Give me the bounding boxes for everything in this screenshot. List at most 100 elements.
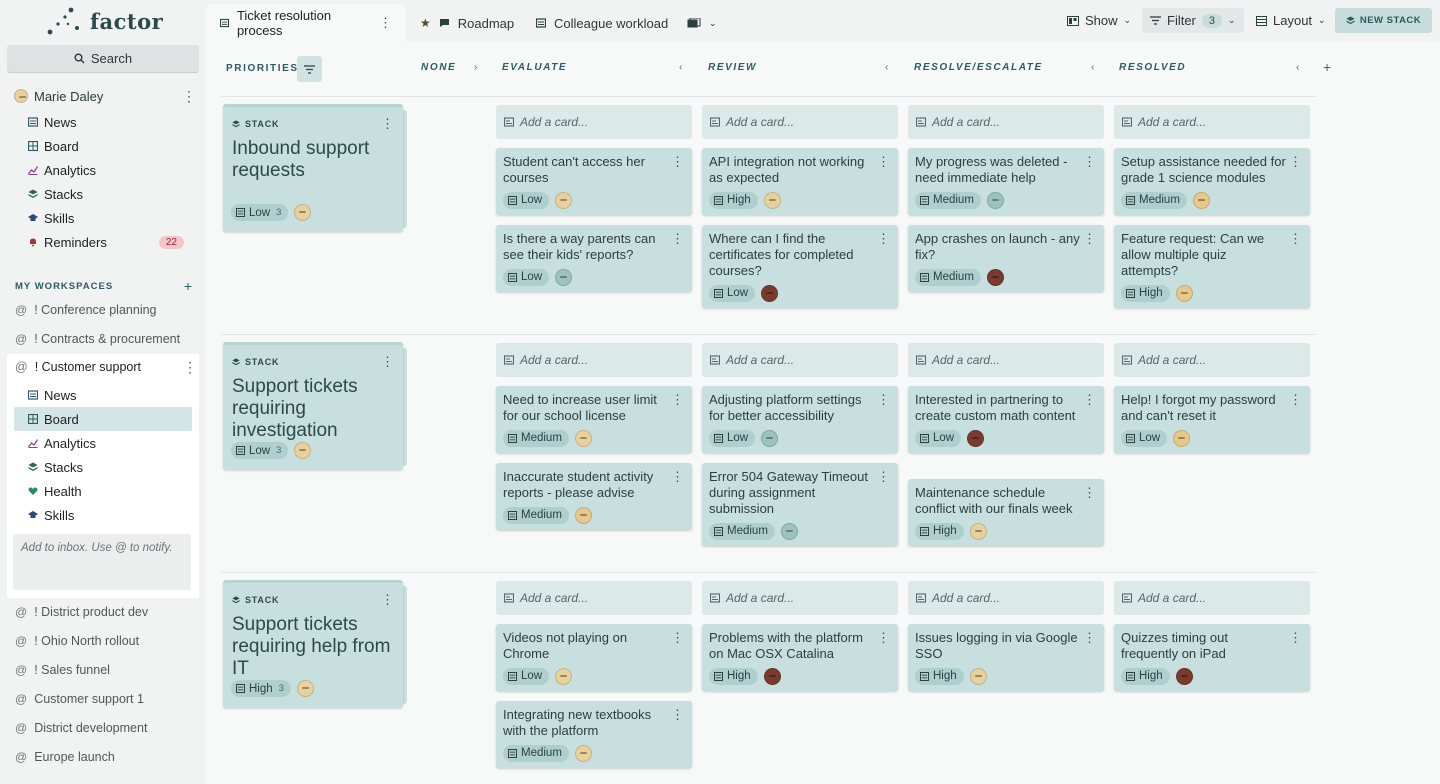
stack[interactable]: STACK ⋮ Support tickets requiring investig… <box>223 342 407 470</box>
add-view-dropdown[interactable]: ⌄ <box>673 4 731 42</box>
workspace-item[interactable]: @ ! Ohio North rollout <box>15 631 195 651</box>
assignee-avatar[interactable] <box>574 506 592 524</box>
tab-ticket-resolution[interactable]: Ticket resolution process ⋮ <box>206 4 406 42</box>
card-more-icon[interactable]: ⋮ <box>1289 630 1302 646</box>
nav-item-reminders[interactable]: Reminders 22 <box>28 230 198 254</box>
stack-more-icon[interactable]: ⋮ <box>381 116 394 132</box>
card-more-icon[interactable]: ⋮ <box>877 154 890 170</box>
new-stack-button[interactable]: NEW STACK <box>1335 8 1432 33</box>
assignee-avatar[interactable] <box>969 667 987 685</box>
workspace-item[interactable]: @ ! Sales funnel <box>15 660 195 680</box>
chevron-left-icon[interactable]: ‹ <box>1296 62 1299 73</box>
chevron-left-icon[interactable]: ‹ <box>679 62 682 73</box>
card-more-icon[interactable]: ⋮ <box>671 630 684 646</box>
tab-roadmap[interactable]: ★ Roadmap <box>406 4 528 42</box>
assignee-avatar[interactable] <box>763 667 781 685</box>
priority-chip[interactable]: Medium <box>915 191 981 209</box>
user-menu[interactable]: Marie Daley ⋮ <box>14 86 196 106</box>
card-more-icon[interactable]: ⋮ <box>1289 154 1302 170</box>
workspace-item[interactable]: @ ! Contracts & procurement <box>15 329 195 349</box>
nav-item-stacks[interactable]: Stacks <box>28 182 198 206</box>
ticket-card[interactable]: Interested in partnering to create custo… <box>908 386 1104 453</box>
card-more-icon[interactable]: ⋮ <box>1083 154 1096 170</box>
card-more-icon[interactable]: ⋮ <box>1083 630 1096 646</box>
priority-chip[interactable]: High 3 <box>231 680 291 697</box>
add-card-button[interactable]: Add a card... <box>496 581 692 615</box>
ticket-card[interactable]: Videos not playing on Chrome ⋮ Low <box>496 624 692 691</box>
assignee-avatar[interactable] <box>294 442 312 459</box>
assignee-avatar[interactable] <box>555 268 573 286</box>
priority-chip[interactable]: Low 3 <box>231 442 289 459</box>
ticket-card[interactable]: Need to increase user limit for our scho… <box>496 386 692 453</box>
workspace-item[interactable]: @ Customer support 1 <box>15 689 195 709</box>
card-more-icon[interactable]: ⋮ <box>671 392 684 408</box>
nav-item-analytics[interactable]: Analytics <box>28 158 198 182</box>
card-more-icon[interactable]: ⋮ <box>877 469 890 485</box>
priority-chip[interactable]: High <box>709 191 758 209</box>
priority-chip[interactable]: Low <box>709 429 756 447</box>
priority-chip[interactable]: Medium <box>709 522 775 540</box>
app-logo[interactable]: factor <box>46 5 163 37</box>
card-more-icon[interactable]: ⋮ <box>877 392 890 408</box>
assignee-avatar[interactable] <box>574 429 592 447</box>
priority-chip[interactable]: Medium <box>503 744 569 762</box>
chevron-right-icon[interactable]: › <box>474 62 477 73</box>
nav-item-board[interactable]: Board <box>28 134 198 158</box>
ws-nav-stacks[interactable]: Stacks <box>14 455 192 479</box>
workspace-item[interactable]: @ ! District product dev <box>15 602 195 622</box>
ticket-card[interactable]: Issues logging in via Google SSO ⋮ High <box>908 624 1104 691</box>
add-card-button[interactable]: Add a card... <box>1114 581 1310 615</box>
ticket-card[interactable]: Is there a way parents can see their kid… <box>496 225 692 292</box>
card-more-icon[interactable]: ⋮ <box>671 154 684 170</box>
card-more-icon[interactable]: ⋮ <box>877 231 890 247</box>
ticket-card[interactable]: API integration not working as expected ⋮… <box>702 148 898 215</box>
ws-nav-analytics[interactable]: Analytics <box>14 431 192 455</box>
card-more-icon[interactable]: ⋮ <box>671 707 684 723</box>
add-card-button[interactable]: Add a card... <box>496 343 692 377</box>
priority-chip[interactable]: Medium <box>503 506 569 524</box>
user-more-icon[interactable]: ⋮ <box>182 89 196 103</box>
ticket-card[interactable]: Help! I forgot my password and can't res… <box>1114 386 1310 453</box>
assignee-avatar[interactable] <box>761 284 779 302</box>
priority-chip[interactable]: Medium <box>503 429 569 447</box>
stack-more-icon[interactable]: ⋮ <box>381 354 394 370</box>
priority-chip[interactable]: Medium <box>1121 191 1187 209</box>
workspace-more-icon[interactable]: ⋮ <box>183 360 197 374</box>
ticket-card[interactable]: Maintenance schedule conflict with our f… <box>908 479 1104 546</box>
assignee-avatar[interactable] <box>780 522 798 540</box>
add-card-button[interactable]: Add a card... <box>702 581 898 615</box>
workspace-item[interactable]: @ Europe launch <box>15 747 195 767</box>
card-more-icon[interactable]: ⋮ <box>1083 392 1096 408</box>
assignee-avatar[interactable] <box>1175 284 1193 302</box>
assignee-avatar[interactable] <box>555 191 573 209</box>
layout-button[interactable]: Layout ⌄ <box>1248 8 1334 33</box>
ticket-card[interactable]: Where can I find the certificates for co… <box>702 225 898 308</box>
filter-button[interactable]: Filter 3 ⌄ <box>1142 8 1244 33</box>
stack[interactable]: STACK ⋮ Inbound support requests Low 3 <box>223 104 407 232</box>
priority-chip[interactable]: Low <box>503 191 550 209</box>
add-card-button[interactable]: Add a card... <box>908 343 1104 377</box>
assignee-avatar[interactable] <box>761 429 779 447</box>
assignee-avatar[interactable] <box>555 667 573 685</box>
assignee-avatar[interactable] <box>763 191 781 209</box>
assignee-avatar[interactable] <box>1192 191 1210 209</box>
active-workspace-title[interactable]: @ ! Customer support ⋮ <box>15 360 197 374</box>
ticket-card[interactable]: Quizzes timing out frequently on iPad ⋮ Hi… <box>1114 624 1310 691</box>
column-header-resolved[interactable]: RESOLVED <box>1119 62 1186 76</box>
stack-card[interactable]: STACK ⋮ Support tickets requiring investig… <box>223 342 403 470</box>
card-more-icon[interactable]: ⋮ <box>671 231 684 247</box>
add-card-button[interactable]: Add a card... <box>908 581 1104 615</box>
card-more-icon[interactable]: ⋮ <box>1289 231 1302 247</box>
ticket-card[interactable]: Error 504 Gateway Timeout during assignm… <box>702 463 898 546</box>
card-more-icon[interactable]: ⋮ <box>1083 231 1096 247</box>
priority-chip[interactable]: Low 3 <box>231 204 289 221</box>
assignee-avatar[interactable] <box>986 268 1004 286</box>
add-card-button[interactable]: Add a card... <box>1114 105 1310 139</box>
chevron-left-icon[interactable]: ‹ <box>1091 62 1094 73</box>
add-card-button[interactable]: Add a card... <box>702 343 898 377</box>
assignee-avatar[interactable] <box>1173 429 1191 447</box>
priority-chip[interactable]: Medium <box>915 268 981 286</box>
tab-colleague-workload[interactable]: Colleague workload <box>522 4 682 42</box>
card-more-icon[interactable]: ⋮ <box>671 469 684 485</box>
assignee-avatar[interactable] <box>1175 667 1193 685</box>
